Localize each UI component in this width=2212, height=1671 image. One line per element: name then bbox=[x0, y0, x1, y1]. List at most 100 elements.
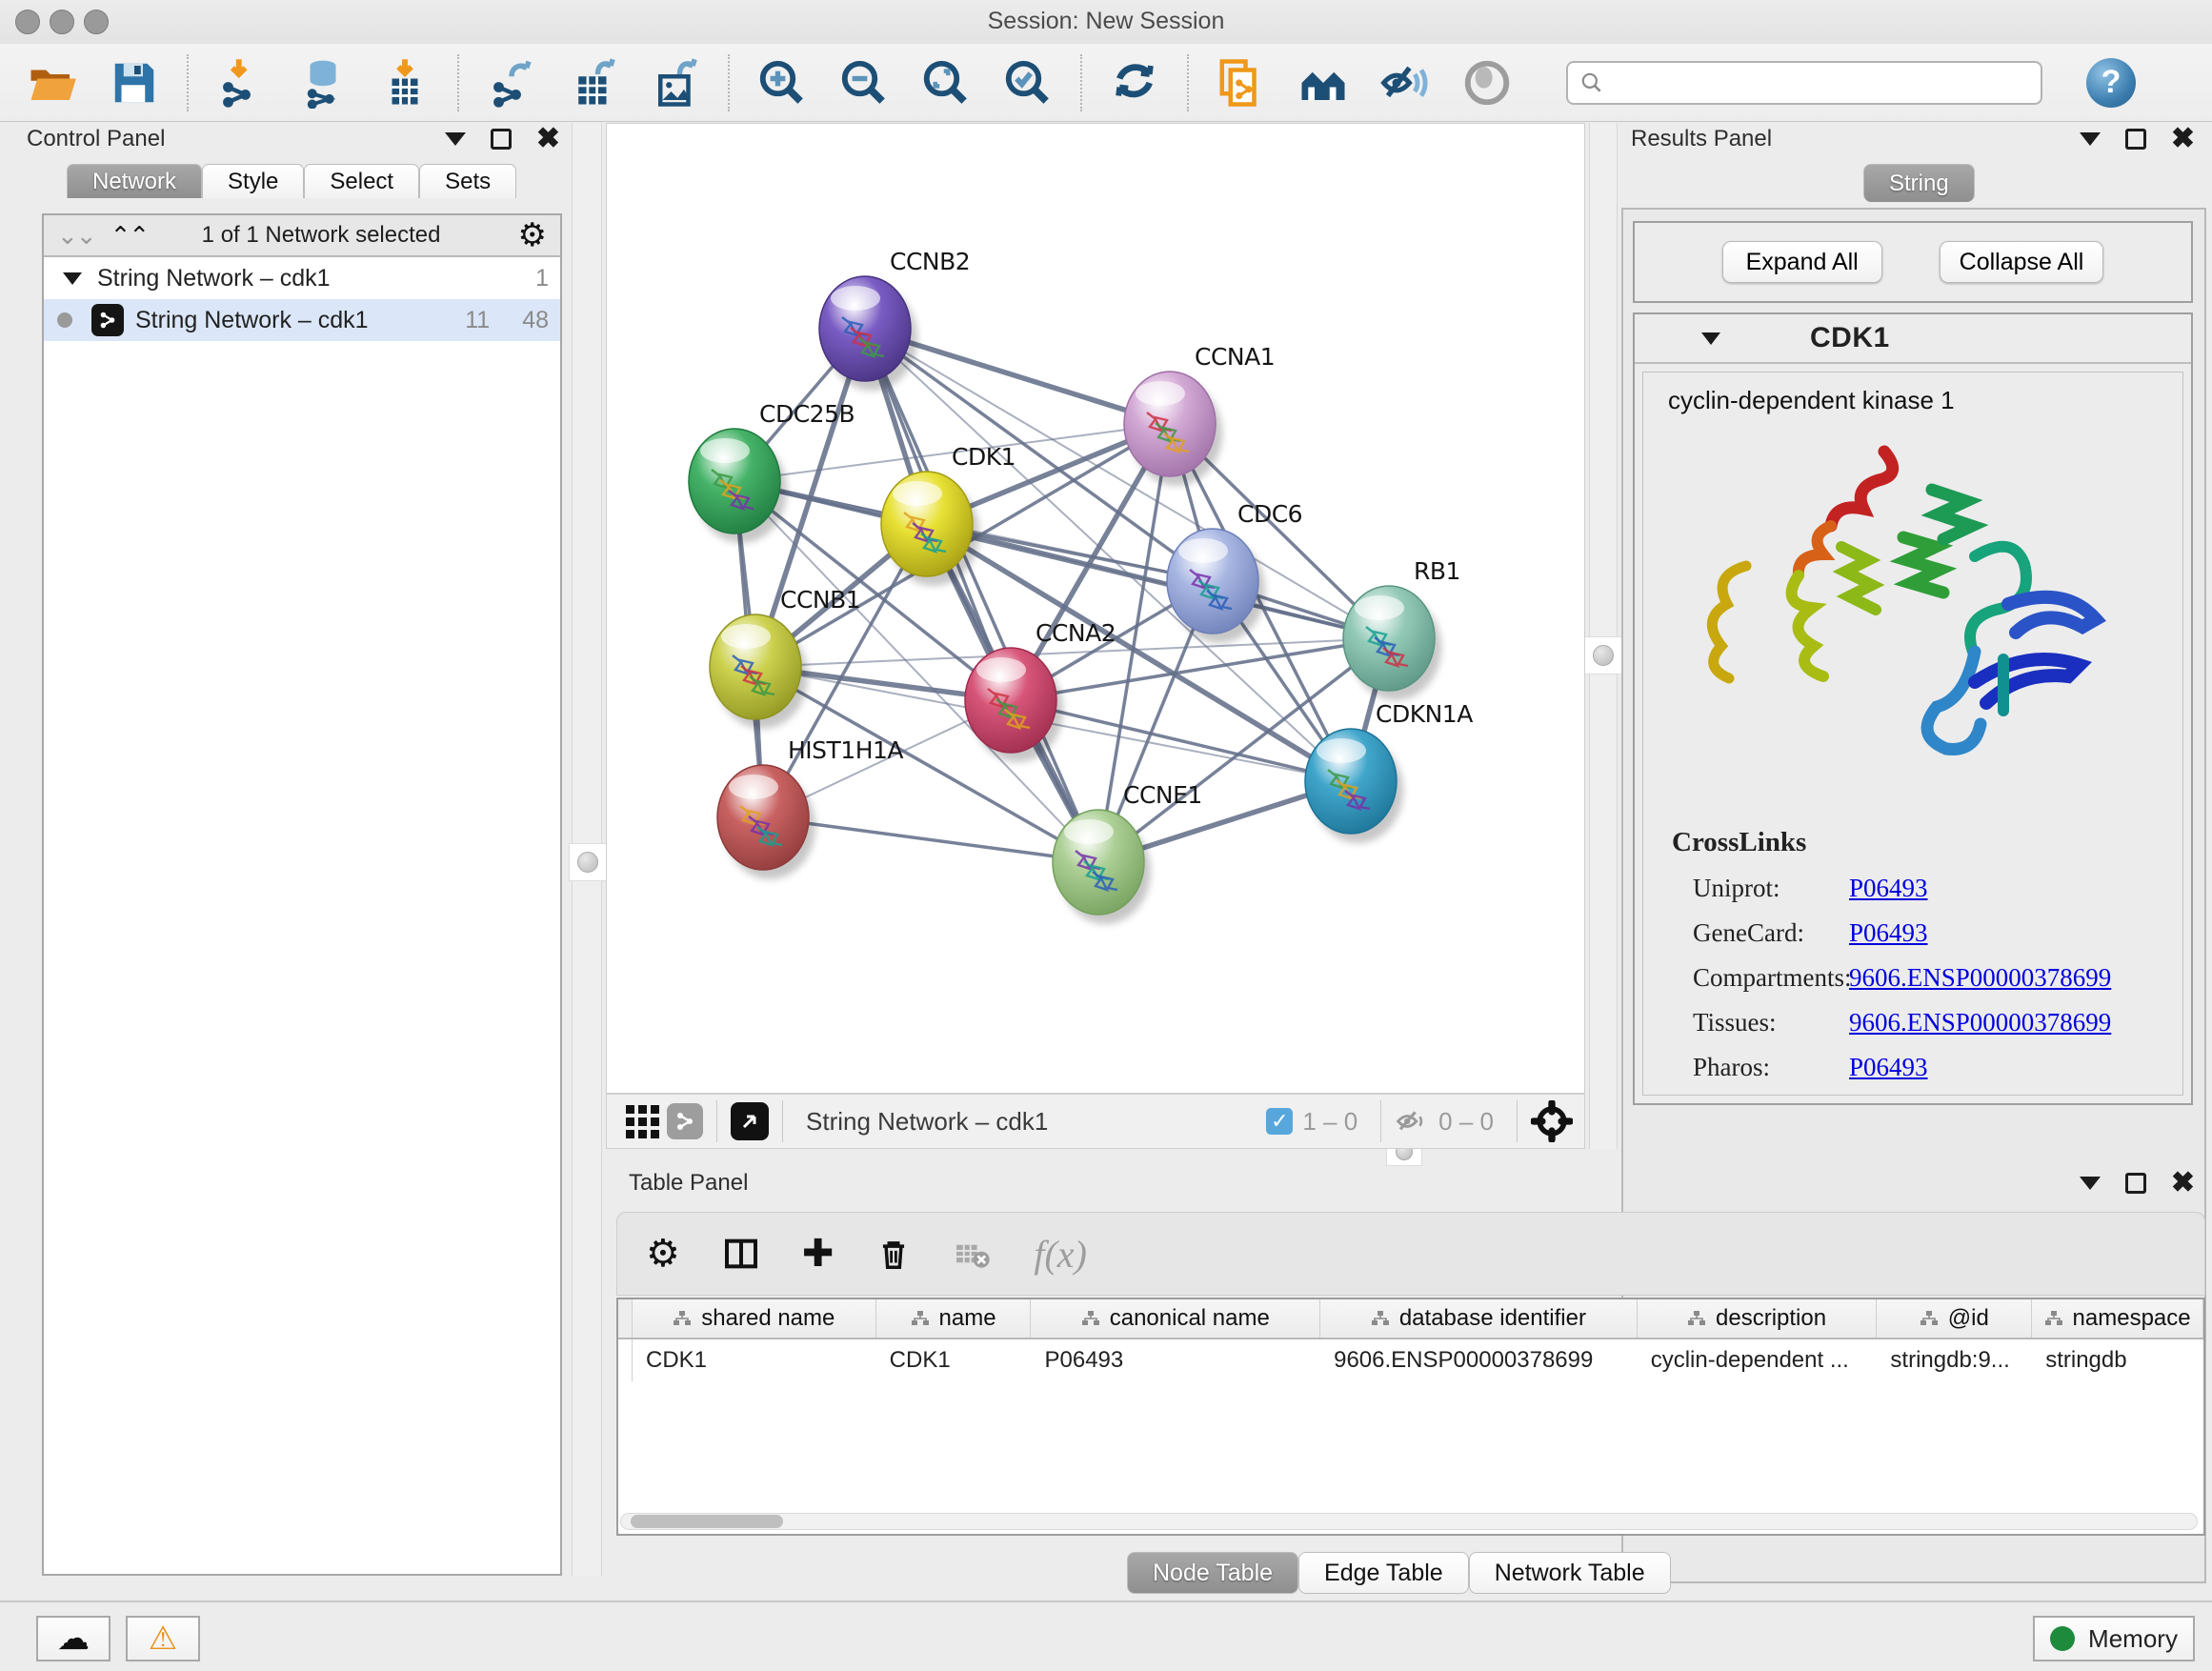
network-row[interactable]: String Network – cdk1 11 48 bbox=[44, 299, 560, 341]
search-field[interactable] bbox=[1566, 61, 2042, 105]
apply-layout-icon[interactable] bbox=[1107, 55, 1162, 111]
tab-network-table[interactable]: Network Table bbox=[1469, 1552, 1671, 1594]
tab-network[interactable]: Network bbox=[67, 164, 202, 198]
presentation-icon[interactable] bbox=[1459, 55, 1515, 111]
network-node-cdc25b[interactable]: CDC25B bbox=[689, 400, 855, 543]
entry-collapse-icon[interactable] bbox=[1701, 332, 1720, 345]
crosslink-link[interactable]: P06493 bbox=[1849, 1053, 1928, 1082]
memory-button[interactable]: Memory bbox=[2033, 1616, 2195, 1661]
results-panel-close-icon[interactable]: ✖ bbox=[2171, 130, 2195, 149]
cloud-button[interactable]: ☁ bbox=[36, 1616, 111, 1661]
table-cell[interactable]: CDK1 bbox=[876, 1339, 1032, 1381]
table-cell[interactable]: 9606.ENSP00000378699 bbox=[1320, 1339, 1638, 1381]
network-node-cdkn1a[interactable]: CDKN1A bbox=[1305, 700, 1473, 843]
column-header[interactable]: namespace bbox=[2032, 1299, 2203, 1338]
table-panel-float-icon[interactable] bbox=[2125, 1173, 2146, 1194]
import-network-file-icon[interactable] bbox=[213, 55, 269, 111]
network-canvas[interactable]: CCNB2CCNA1CDC25BCDK1CDC6RB1CCNB1CCNA2CDK… bbox=[606, 123, 1585, 1094]
network-node-ccnb1[interactable]: CCNB1 bbox=[710, 586, 860, 729]
hide-unhide-icon[interactable] bbox=[1377, 55, 1433, 111]
zoom-fit-icon[interactable] bbox=[918, 55, 974, 111]
crosslink-link[interactable]: P06493 bbox=[1849, 918, 1928, 948]
table-panel-close-icon[interactable]: ✖ bbox=[2171, 1174, 2195, 1193]
network-node-ccnb2[interactable]: CCNB2 bbox=[819, 248, 970, 391]
table-cell[interactable]: CDK1 bbox=[633, 1339, 876, 1381]
column-header[interactable]: @id bbox=[1877, 1299, 2032, 1338]
control-panel-close-icon[interactable]: ✖ bbox=[536, 130, 560, 149]
column-header[interactable]: database identifier bbox=[1320, 1299, 1638, 1338]
tab-string[interactable]: String bbox=[1863, 164, 1975, 202]
locate-target-icon[interactable] bbox=[1531, 1100, 1573, 1142]
table-hscrollbar[interactable] bbox=[620, 1513, 2198, 1530]
open-in-string-icon[interactable] bbox=[1214, 55, 1269, 111]
home-icon[interactable] bbox=[1296, 55, 1351, 111]
export-image-icon[interactable] bbox=[648, 55, 703, 111]
table-panel-menu-icon[interactable] bbox=[2080, 1177, 2101, 1190]
column-header[interactable]: canonical name bbox=[1031, 1299, 1320, 1338]
control-panel-menu-icon[interactable] bbox=[445, 132, 466, 146]
network-edge[interactable] bbox=[865, 329, 1098, 862]
expand-all-networks-icon[interactable]: ⌃⌃ bbox=[111, 223, 149, 248]
network-collection-row[interactable]: String Network – cdk1 1 bbox=[44, 257, 560, 299]
delete-column-icon[interactable] bbox=[875, 1235, 912, 1273]
help-icon[interactable]: ? bbox=[2086, 58, 2136, 108]
tab-node-table[interactable]: Node Table bbox=[1127, 1552, 1298, 1594]
network-node-ccne1[interactable]: CCNE1 bbox=[1053, 781, 1202, 924]
tab-select[interactable]: Select bbox=[304, 164, 419, 198]
zoom-in-icon[interactable] bbox=[754, 55, 810, 111]
zoom-out-icon[interactable] bbox=[836, 55, 892, 111]
birdseye-view-icon[interactable] bbox=[731, 1102, 769, 1140]
add-column-icon[interactable]: ✚ bbox=[802, 1235, 835, 1273]
table-options-gear-icon[interactable]: ⚙ bbox=[646, 1235, 680, 1273]
network-options-gear-icon[interactable]: ⚙ bbox=[518, 216, 547, 254]
zoom-selected-icon[interactable] bbox=[1000, 55, 1056, 111]
network-node-rb1[interactable]: RB1 bbox=[1343, 557, 1460, 700]
table-cell[interactable]: cyclin-dependent ... bbox=[1638, 1339, 1878, 1381]
import-table-file-icon[interactable] bbox=[377, 55, 432, 111]
selected-checkbox-icon[interactable]: ✓ bbox=[1266, 1108, 1293, 1135]
cloud-icon: ☁ bbox=[57, 1620, 90, 1658]
network-graph[interactable]: CCNB2CCNA1CDC25BCDK1CDC6RB1CCNB1CCNA2CDK… bbox=[607, 124, 1584, 1093]
hidden-counts: 0 – 0 bbox=[1438, 1107, 1494, 1137]
table-cell[interactable]: stringdb:9... bbox=[1877, 1339, 2032, 1381]
results-panel-menu-icon[interactable] bbox=[2080, 132, 2101, 146]
node-result-header[interactable]: CDK1 bbox=[1635, 314, 2191, 364]
crosslink-link[interactable]: P06493 bbox=[1849, 874, 1928, 903]
import-network-database-icon[interactable] bbox=[295, 55, 351, 111]
collapse-all-networks-icon[interactable]: ⌄⌄ bbox=[57, 223, 95, 248]
tab-sets[interactable]: Sets bbox=[419, 164, 516, 198]
right-splitter-handle[interactable] bbox=[1584, 636, 1622, 674]
show-columns-icon[interactable] bbox=[722, 1235, 760, 1273]
table-cell[interactable]: P06493 bbox=[1031, 1339, 1320, 1381]
collapse-all-button[interactable]: Collapse All bbox=[1940, 241, 2104, 283]
network-node-ccna1[interactable]: CCNA1 bbox=[1124, 343, 1275, 486]
table-cell[interactable]: stringdb bbox=[2032, 1339, 2203, 1381]
column-header[interactable]: name bbox=[876, 1299, 1032, 1338]
tab-edge-table[interactable]: Edge Table bbox=[1298, 1552, 1469, 1594]
string-view-icon[interactable] bbox=[667, 1103, 703, 1139]
table-toolbar: ⚙ ✚ f(x) bbox=[616, 1212, 2205, 1296]
save-session-icon[interactable] bbox=[107, 55, 162, 111]
open-session-icon[interactable] bbox=[25, 55, 80, 111]
table-hscrollbar-thumb[interactable] bbox=[631, 1515, 783, 1528]
control-panel-float-icon[interactable] bbox=[491, 129, 512, 150]
network-node-cdc6[interactable]: CDC6 bbox=[1167, 500, 1302, 643]
export-table-icon[interactable] bbox=[566, 55, 621, 111]
expand-all-button[interactable]: Expand All bbox=[1722, 241, 1882, 283]
column-header[interactable]: shared name bbox=[633, 1299, 876, 1338]
left-splitter-handle[interactable] bbox=[569, 843, 607, 881]
collection-expand-icon[interactable] bbox=[63, 272, 82, 285]
crosslink-link[interactable]: 9606.ENSP00000378699 bbox=[1849, 963, 2111, 993]
network-node-hist1h1a[interactable]: HIST1H1A bbox=[717, 736, 903, 879]
tab-style[interactable]: Style bbox=[202, 164, 304, 198]
warning-icon: ⚠ bbox=[149, 1620, 177, 1658]
crosslink-link[interactable]: 9606.ENSP00000378699 bbox=[1849, 1008, 2111, 1037]
grid-mode-icon[interactable] bbox=[626, 1105, 659, 1138]
column-header[interactable]: description bbox=[1638, 1299, 1878, 1338]
table-row[interactable]: CDK1CDK1P064939606.ENSP00000378699cyclin… bbox=[618, 1339, 2203, 1381]
export-network-icon[interactable] bbox=[484, 55, 539, 111]
crosslink-row: Compartments:9606.ENSP00000378699 bbox=[1672, 963, 2182, 993]
results-panel-float-icon[interactable] bbox=[2125, 129, 2146, 150]
search-input[interactable] bbox=[1614, 70, 2029, 96]
warnings-button[interactable]: ⚠ bbox=[126, 1616, 200, 1661]
